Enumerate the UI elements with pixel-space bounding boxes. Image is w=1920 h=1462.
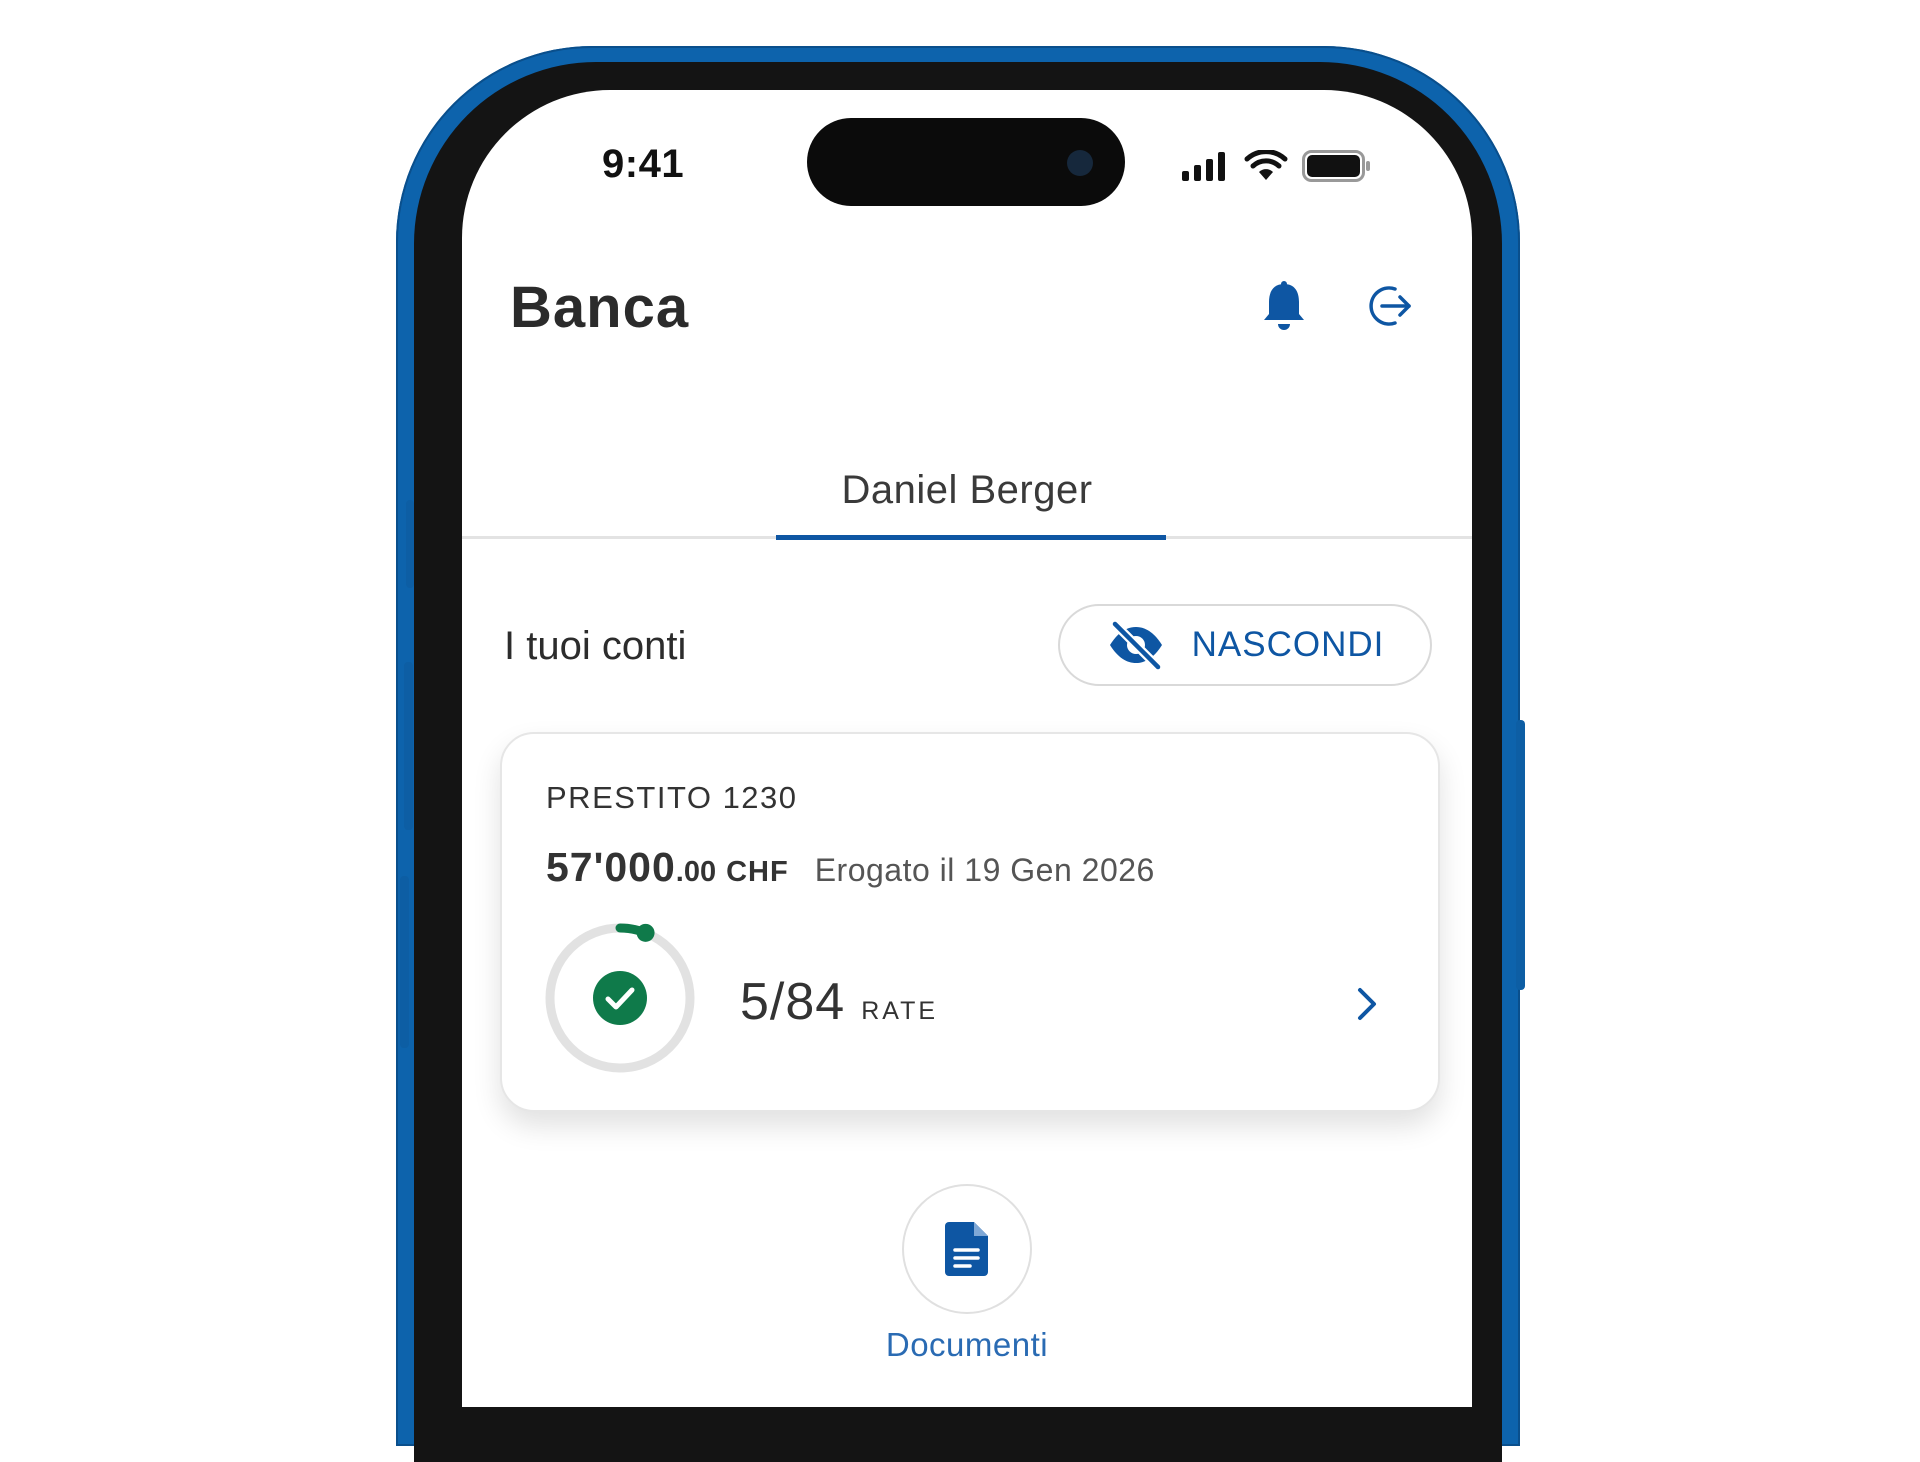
chevron-right-icon[interactable]	[1348, 982, 1384, 1026]
hide-balances-label: NASCONDI	[1191, 625, 1385, 664]
installments-count: 5/84	[740, 973, 846, 1031]
camera-lens	[1067, 150, 1093, 176]
notifications-button[interactable]	[1256, 278, 1312, 334]
tab-active-indicator	[776, 535, 1166, 540]
status-icons	[1180, 150, 1372, 182]
battery-icon	[1302, 150, 1370, 182]
documents-label[interactable]: Documenti	[462, 1326, 1472, 1364]
progress-dot	[636, 923, 655, 942]
status-time: 9:41	[602, 142, 685, 186]
bell-icon	[1264, 281, 1304, 330]
action-button	[406, 500, 414, 588]
volume-up-button	[404, 662, 413, 830]
loan-amount-row: 57'000 .00 CHF Erogato il 19 Gen 2026	[546, 844, 1155, 891]
loan-disbursed-date: Erogato il 19 Gen 2026	[814, 852, 1155, 888]
tab-daniel-berger[interactable]: Daniel Berger	[462, 468, 1472, 513]
loan-card[interactable]: PRESTITO 1230 57'000 .00 CHF Erogato il …	[500, 732, 1440, 1112]
loan-amount-decimal: .00	[675, 856, 717, 888]
installments-unit: RATE	[861, 997, 939, 1025]
loan-currency: CHF	[726, 856, 789, 888]
accounts-section-title: I tuoi conti	[504, 624, 687, 668]
documents-button[interactable]	[902, 1184, 1032, 1314]
dynamic-island	[807, 118, 1125, 206]
volume-down-button	[400, 876, 409, 1048]
logout-icon	[1369, 286, 1411, 326]
brand-logo: Banca	[510, 275, 690, 340]
check-icon-bg	[593, 971, 647, 1025]
signal-icon	[1182, 152, 1225, 181]
phone-screen: 9:41 Banca Daniel Berger I tuoi conti NA…	[462, 90, 1472, 1407]
installments: 5/84 RATE	[740, 972, 938, 1032]
wifi-icon	[1244, 150, 1288, 180]
power-button	[1516, 720, 1525, 990]
document-icon	[945, 1222, 988, 1276]
installments-progress-ring	[545, 923, 695, 1073]
hide-balances-button[interactable]: NASCONDI	[1058, 604, 1432, 686]
loan-amount-integer: 57'000	[546, 844, 676, 890]
eye-off-icon	[1109, 620, 1163, 670]
loan-title: PRESTITO 1230	[546, 780, 798, 815]
logout-button[interactable]	[1362, 278, 1418, 334]
